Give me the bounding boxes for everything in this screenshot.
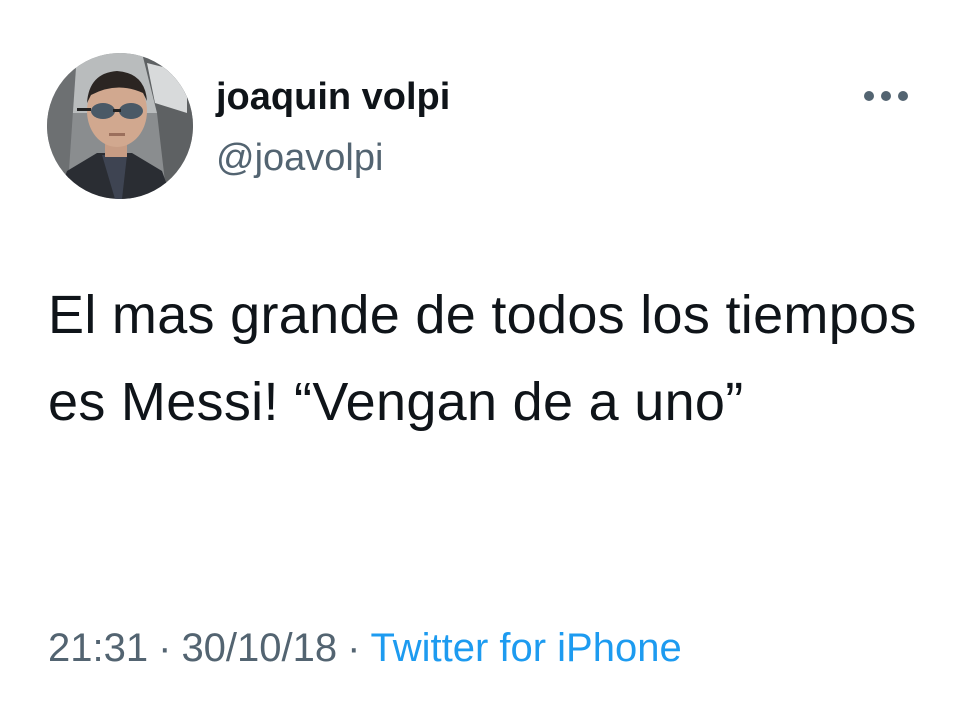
- meta-separator: ·: [158, 626, 172, 670]
- avatar-image: [47, 53, 193, 199]
- user-handle[interactable]: @joavolpi: [216, 133, 383, 183]
- display-name[interactable]: joaquin volpi: [216, 72, 450, 122]
- tweet-card: joaquin volpi @joavolpi El mas grande de…: [0, 0, 960, 716]
- tweet-date[interactable]: 30/10/18: [181, 626, 337, 670]
- tweet-text: El mas grande de todos los tiempos es Me…: [48, 285, 917, 432]
- meta-separator: ·: [347, 626, 361, 670]
- more-options-icon: [864, 91, 908, 101]
- avatar[interactable]: [47, 53, 193, 199]
- tweet-source-link[interactable]: Twitter for iPhone: [370, 626, 681, 670]
- tweet-meta: 21:31 · 30/10/18 · Twitter for iPhone: [48, 620, 682, 676]
- tweet-time[interactable]: 21:31: [48, 626, 148, 670]
- more-options-button[interactable]: [856, 78, 916, 114]
